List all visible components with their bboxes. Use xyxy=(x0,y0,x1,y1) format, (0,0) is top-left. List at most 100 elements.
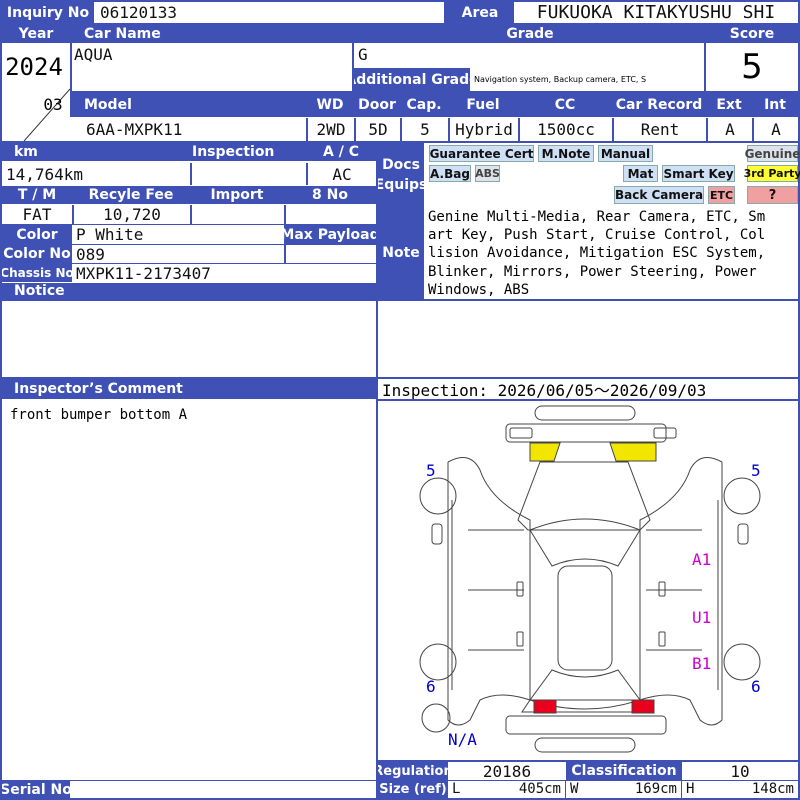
area-value: FUKUOKA KITAKYUSHU SHI xyxy=(536,2,776,23)
damage-mark-a1: A1 xyxy=(692,550,712,569)
equip-3rd-party: 3rd Party xyxy=(743,165,800,182)
spare-tire-na: N/A xyxy=(448,730,477,749)
classification-label: Classification xyxy=(566,762,682,780)
inspection-period: Inspection: 2026/06/05～2026/09/03 xyxy=(378,379,798,401)
equip-a-bag: A.Bag xyxy=(429,165,471,182)
equip-smart-key: Smart Key xyxy=(662,165,735,182)
car-condition-diagram xyxy=(419,405,761,753)
recycle-fee-label: Recyle Fee xyxy=(72,186,190,204)
size-width: W 169cm xyxy=(566,781,682,798)
damage-mark-u1: U1 xyxy=(692,608,712,627)
score-label: Score xyxy=(706,25,798,43)
note-line: Genine Multi-Media, Rear Camera, ETC, Sm xyxy=(428,209,766,225)
equip-back-camera: Back Camera xyxy=(614,186,704,204)
chassis-no-value: MXPK11-2173407 xyxy=(76,264,211,282)
chassis-no-label: Chassis No xyxy=(2,264,72,282)
ext-label: Ext xyxy=(706,93,752,117)
regulation-value: 20186 xyxy=(482,762,532,780)
recycle-fee-value: 10,720 xyxy=(72,205,190,224)
damage-mark-b1: B1 xyxy=(692,654,712,673)
color-value: P White xyxy=(76,225,144,244)
note-label: Note xyxy=(378,207,424,299)
import-label: Import xyxy=(190,186,284,204)
wd-value: 2WD xyxy=(306,118,354,141)
int-value: A xyxy=(752,118,798,141)
inspection-value xyxy=(190,163,306,185)
cap-label: Cap. xyxy=(400,93,448,117)
grid-line xyxy=(70,43,72,91)
additional-grade-value: Navigation system, Backup camera, ETC, S xyxy=(474,75,647,84)
regulation-label: Regulation xyxy=(378,762,448,780)
additional-grade-label: Additional Grade xyxy=(354,68,470,91)
color-label: Color xyxy=(2,225,72,244)
car-record-value: Rent xyxy=(612,118,706,141)
tire-tread-front-right: 5 xyxy=(751,461,761,480)
ac-label: A / C xyxy=(306,143,376,161)
int-label: Int xyxy=(752,93,798,117)
month-value: 03 xyxy=(43,94,63,114)
inspectors-comment-text: front bumper bottom A xyxy=(10,407,188,423)
equip-mat: Mat xyxy=(623,165,658,182)
inspectors-comment-label: Inspector’s Comment xyxy=(2,379,376,399)
ac-value: AC xyxy=(306,163,376,185)
eight-no-value xyxy=(284,205,376,224)
score-value: 5 xyxy=(741,47,763,87)
max-payload-label: Max Payload xyxy=(284,225,376,244)
serial-no-value xyxy=(70,781,376,798)
ext-value: A xyxy=(706,118,752,141)
grade-value: G xyxy=(358,45,368,64)
defect-front-bumper-right xyxy=(609,442,657,462)
km-label: km xyxy=(2,143,190,161)
cap-value: 5 xyxy=(400,118,448,141)
fuel-label: Fuel xyxy=(448,93,518,117)
note-line: Blinker, Mirrors, Power Steering, Power xyxy=(428,263,757,280)
note-line: art Key, Push Start, Cruise Control, Col xyxy=(428,227,766,244)
color-no-value: 089 xyxy=(76,245,105,263)
rear-lamp-right xyxy=(631,699,655,714)
rear-lamp-left xyxy=(533,699,557,714)
car-name-label: Car Name xyxy=(70,25,354,43)
equips-label: Equips xyxy=(378,177,424,193)
size-h-label: H xyxy=(686,781,695,797)
equip-m-note: M.Note xyxy=(538,145,594,162)
equip-etc: ETC xyxy=(708,186,735,204)
classification-value: 10 xyxy=(730,762,750,780)
tm-value: FAT xyxy=(22,205,52,224)
model-label: Model xyxy=(70,93,306,117)
grid-line xyxy=(0,299,800,301)
size-ref-label: Size (ref) xyxy=(378,781,448,798)
import-value xyxy=(190,205,284,224)
note-text: Genine Multi-Media, Rear Camera, ETC, Sm… xyxy=(428,208,796,299)
cc-value: 1500cc xyxy=(518,118,612,141)
door-value: 5D xyxy=(354,118,400,141)
fuel-value: Hybrid xyxy=(448,118,518,141)
equip-unknown: ? xyxy=(747,186,798,204)
tire-tread-rear-left: 6 xyxy=(426,677,436,696)
car-name-value: AQUA xyxy=(74,45,113,64)
area-label: Area xyxy=(446,2,514,23)
docs-label: Docs xyxy=(382,157,420,173)
equip-manual: Manual xyxy=(598,145,653,162)
inspection-label: Inspection xyxy=(190,143,306,161)
size-length: L 405cm xyxy=(448,781,566,798)
size-h-value: 148cm xyxy=(751,781,794,797)
defect-front-bumper-left xyxy=(529,442,561,462)
door-label: Door xyxy=(354,93,400,117)
inquiry-no-value: 06120133 xyxy=(94,2,446,23)
tire-tread-rear-right: 6 xyxy=(751,677,761,696)
note-line: Windows, ABS xyxy=(428,281,530,298)
size-height: H 148cm xyxy=(682,781,798,798)
equip-guarantee-cert: Guarantee Cert xyxy=(429,145,534,162)
size-l-value: 405cm xyxy=(518,781,561,797)
notice-label: Notice xyxy=(2,283,376,299)
tire-tread-front-left: 5 xyxy=(426,461,436,480)
eight-no-label: 8 No xyxy=(284,186,376,204)
max-payload-value xyxy=(284,245,376,263)
year-label: Year xyxy=(2,25,70,43)
wd-label: WD xyxy=(306,93,354,117)
serial-no-label: Serial No xyxy=(2,781,70,798)
model-value: 6AA-MXPK11 xyxy=(86,120,183,139)
size-w-label: W xyxy=(570,781,579,797)
tm-label: T / M xyxy=(2,186,72,204)
grade-label: Grade xyxy=(354,25,706,43)
